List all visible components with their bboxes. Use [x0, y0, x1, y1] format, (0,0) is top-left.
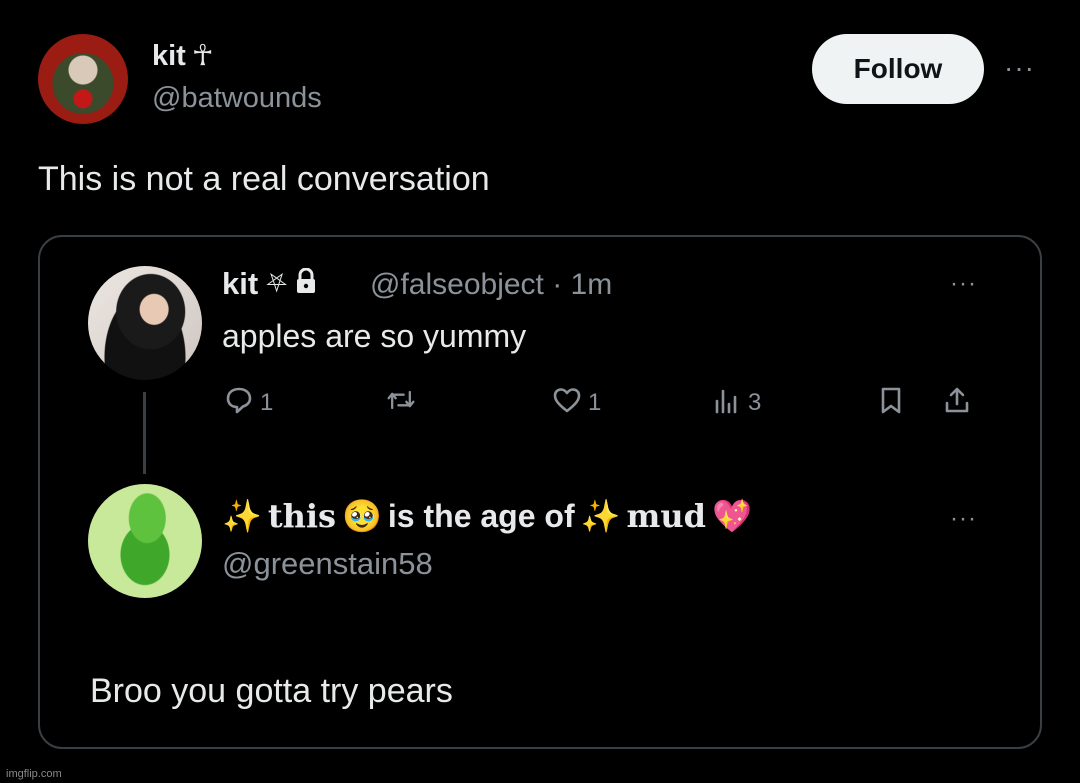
quoted-author-name[interactable]: kit ⛧ — [222, 266, 317, 302]
bookmark-button[interactable] — [876, 386, 906, 420]
author-name-text: kit — [152, 40, 186, 72]
reply-button[interactable]: 1 — [224, 386, 273, 420]
pleading-face-icon: 🥹 — [342, 498, 382, 534]
like-count: 1 — [588, 389, 602, 416]
pentagram-icon: ⛧ — [266, 268, 287, 298]
reply-icon — [224, 385, 254, 422]
views-button[interactable]: 3 — [712, 386, 761, 420]
sparkles-icon-2: ✨ — [580, 498, 621, 534]
imgflip-watermark: imgflip.com — [6, 768, 62, 780]
reply-author-avatar[interactable] — [88, 484, 202, 598]
author-avatar[interactable] — [38, 34, 128, 124]
views-count: 3 — [748, 389, 762, 416]
quoted-author-name-text: kit — [222, 266, 259, 301]
share-button[interactable] — [942, 386, 972, 420]
quoted-more-icon[interactable]: ··· — [950, 270, 977, 298]
quoted-tweet-text: apples are so yummy — [222, 318, 527, 354]
lock-icon — [295, 266, 317, 302]
views-icon — [712, 385, 742, 422]
retweet-icon — [386, 385, 416, 422]
like-button[interactable]: 1 — [552, 386, 601, 420]
author-handle[interactable]: @batwounds — [152, 82, 322, 115]
reply-count: 1 — [260, 389, 274, 416]
retweet-button[interactable] — [386, 386, 416, 420]
reply-text: Broo you gotta try pears — [90, 672, 453, 710]
follow-button[interactable]: Follow — [812, 34, 984, 104]
share-icon — [942, 385, 972, 422]
reply-more-icon[interactable]: ··· — [950, 505, 977, 533]
sparkling-heart-icon: 💖 — [711, 498, 752, 534]
more-options-icon[interactable]: ··· — [1004, 52, 1035, 84]
author-name[interactable]: kit ☥ — [152, 38, 213, 73]
ankh-icon: ☥ — [191, 40, 214, 72]
reply-author-handle[interactable]: @greenstain58 — [222, 546, 433, 582]
name-phrase: is the age of — [387, 497, 575, 534]
tweet-text: This is not a real conversation — [38, 160, 490, 198]
like-icon — [552, 385, 582, 422]
quoted-author-avatar[interactable] — [88, 266, 202, 380]
name-word-mud: mud — [626, 497, 706, 535]
reply-author-name[interactable]: ✨ this 🥹 is the age of ✨ mud 💖 — [222, 497, 752, 535]
quoted-author-handle-time[interactable]: @falseobject · 1m — [370, 268, 612, 302]
sparkles-icon: ✨ — [222, 498, 262, 534]
thread-connector-line — [143, 392, 146, 474]
bookmark-icon — [876, 385, 906, 422]
name-word-this: this — [267, 497, 337, 535]
